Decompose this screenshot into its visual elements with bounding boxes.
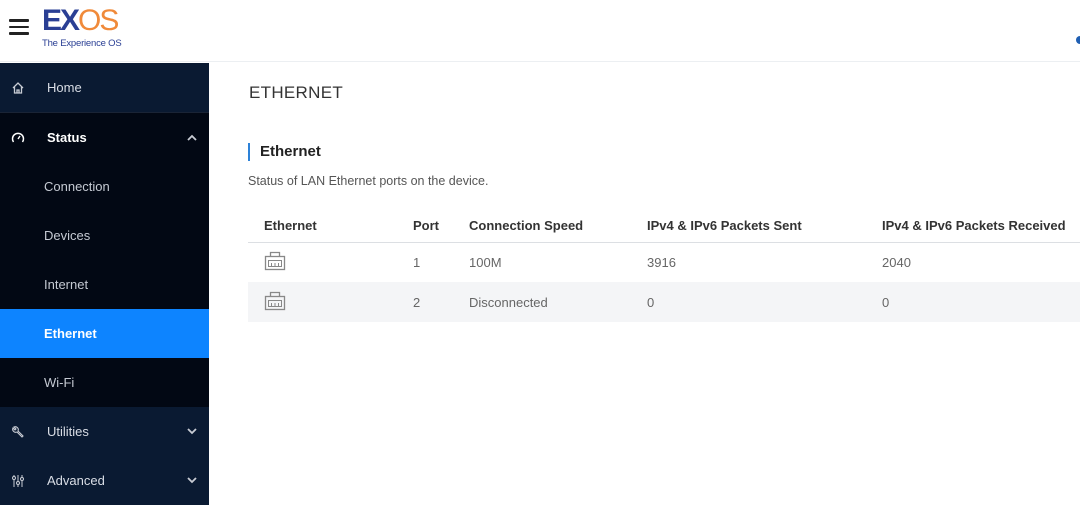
sidebar-item-label: Internet <box>44 277 89 292</box>
top-bar: EXOS The Experience OS <box>0 0 1080 62</box>
chevron-down-icon <box>187 475 197 487</box>
sidebar-item-utilities[interactable]: Utilities <box>0 407 209 456</box>
table-row: 1 100M 3916 2040 <box>248 242 1080 282</box>
ethernet-table: Ethernet Port Connection Speed IPv4 & IP… <box>248 209 1080 322</box>
table-row: 2 Disconnected 0 0 <box>248 282 1080 322</box>
sidebar-item-label: Connection <box>44 179 110 194</box>
sidebar-item-wifi[interactable]: Wi-Fi <box>0 358 209 407</box>
sidebar-item-status[interactable]: Status <box>0 113 209 162</box>
sidebar-item-label: Home <box>47 80 82 95</box>
table-header-row: Ethernet Port Connection Speed IPv4 & IP… <box>248 209 1080 243</box>
logo-tagline: The Experience OS <box>42 38 122 49</box>
sliders-icon <box>10 473 26 489</box>
wrench-icon <box>10 424 26 440</box>
cell-sent: 0 <box>647 282 882 322</box>
sidebar-item-label: Wi-Fi <box>44 375 75 390</box>
sidebar-item-advanced[interactable]: Advanced <box>0 456 209 505</box>
page-title: ETHERNET <box>249 83 344 102</box>
sidebar-item-ethernet[interactable]: Ethernet <box>0 309 209 358</box>
user-indicator-icon[interactable] <box>1076 36 1080 44</box>
cell-port: 2 <box>413 282 469 322</box>
column-header-ethernet: Ethernet <box>248 209 413 243</box>
column-header-port: Port <box>413 209 469 243</box>
sidebar-item-label: Utilities <box>47 424 89 439</box>
sidebar-item-label: Advanced <box>47 473 105 488</box>
ethernet-port-icon <box>264 291 286 311</box>
cell-received: 2040 <box>882 254 911 270</box>
cell-speed: 100M <box>469 254 502 270</box>
sidebar-item-label: Ethernet <box>44 326 97 341</box>
column-header-received: IPv4 & IPv6 Packets Received <box>882 209 1080 243</box>
main-content: ETHERNET Ethernet Status of LAN Ethernet… <box>209 63 1080 501</box>
logo-ex: EX <box>42 4 80 37</box>
sidebar-item-home[interactable]: Home <box>0 63 209 113</box>
cell-port: 1 <box>413 254 421 270</box>
column-header-speed: Connection Speed <box>469 209 647 243</box>
menu-icon[interactable] <box>9 19 29 37</box>
sidebar-item-label: Status <box>47 130 87 145</box>
chevron-down-icon <box>187 426 197 438</box>
section-title: Ethernet <box>248 143 321 161</box>
section-description: Status of LAN Ethernet ports on the devi… <box>248 174 489 188</box>
logo: EXOS The Experience OS <box>42 4 122 50</box>
ethernet-port-icon <box>264 251 286 271</box>
home-icon <box>10 80 26 96</box>
sidebar-item-label: Devices <box>44 228 91 243</box>
cell-speed: Disconnected <box>469 282 647 322</box>
logo-os: OS <box>78 4 119 37</box>
sidebar-item-internet[interactable]: Internet <box>0 260 209 309</box>
cell-sent: 3916 <box>647 254 676 270</box>
sidebar-item-connection[interactable]: Connection <box>0 162 209 211</box>
column-header-sent: IPv4 & IPv6 Packets Sent <box>647 209 882 243</box>
gauge-icon <box>10 130 26 146</box>
sidebar: Home Status Connection Devices Internet … <box>0 63 209 505</box>
sidebar-item-devices[interactable]: Devices <box>0 211 209 260</box>
cell-received: 0 <box>882 282 1080 322</box>
chevron-up-icon <box>187 132 197 144</box>
